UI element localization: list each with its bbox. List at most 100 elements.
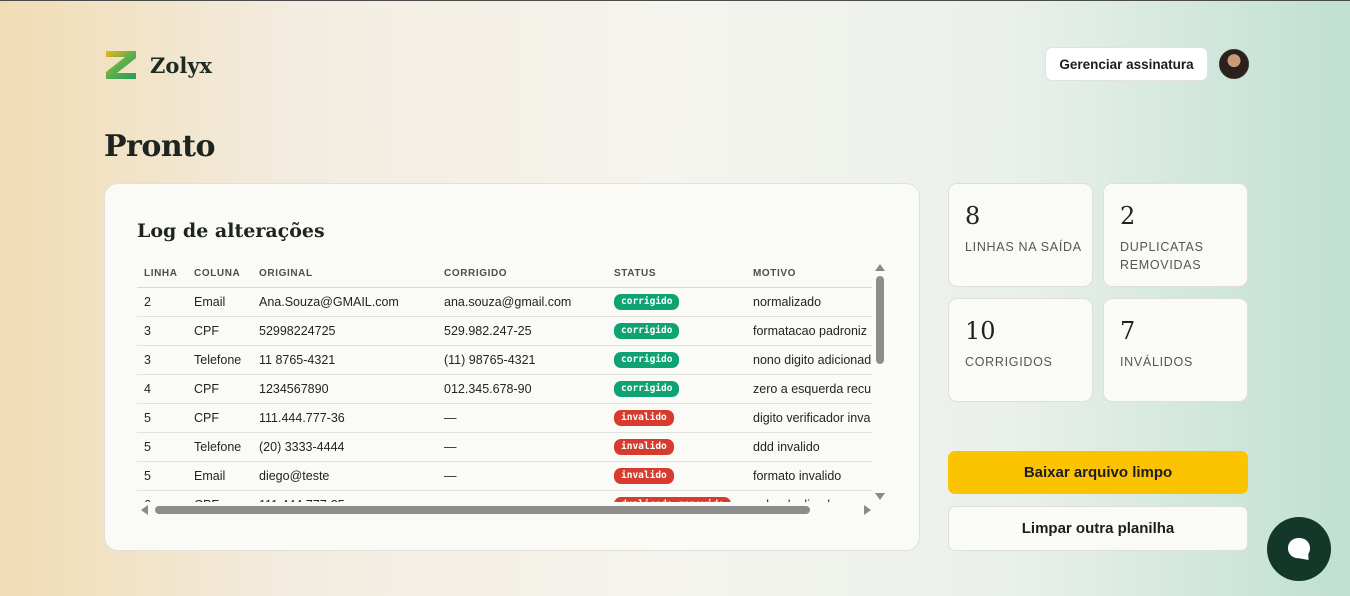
cell-corrigido: 529.982.247-25	[437, 316, 607, 346]
cell-linha: 6	[137, 490, 187, 502]
cell-motivo: nono digito adicionad	[746, 345, 872, 375]
cell-motivo: zero a esquerda recu	[746, 374, 872, 404]
table-row: 3 Telefone 11 8765-4321 (11) 98765-4321 corr…	[137, 345, 872, 375]
cell-linha: 4	[137, 374, 187, 404]
download-clean-file-button[interactable]: Baixar arquivo limpo	[948, 451, 1248, 494]
column-header-coluna: COLUNA	[187, 260, 252, 288]
cell-status: invalido	[607, 461, 746, 491]
cell-coluna: CPF	[187, 374, 252, 404]
cell-status: corrigido	[607, 374, 746, 404]
scroll-down-arrow-icon[interactable]	[875, 493, 885, 500]
cell-status: corrigido	[607, 345, 746, 375]
cell-status: corrigido	[607, 287, 746, 317]
cell-original: (20) 3333-4444	[252, 432, 437, 462]
avatar[interactable]	[1219, 49, 1249, 79]
horizontal-scroll-thumb[interactable]	[155, 506, 810, 514]
cell-status: corrigido	[607, 316, 746, 346]
cell-linha: 5	[137, 461, 187, 491]
cell-coluna: Email	[187, 461, 252, 491]
cell-original: 111.444.777-36	[252, 403, 437, 433]
status-badge: invalido	[614, 410, 674, 426]
cell-linha: 3	[137, 345, 187, 375]
cell-original: diego@teste	[252, 461, 437, 491]
cell-original: 11 8765-4321	[252, 345, 437, 375]
cell-status: invalido	[607, 403, 746, 433]
cell-motivo: ddd invalido	[746, 432, 872, 462]
status-badge: corrigido	[614, 323, 680, 339]
manage-subscription-button[interactable]: Gerenciar assinatura	[1045, 47, 1208, 81]
scroll-left-arrow-icon[interactable]	[141, 505, 148, 515]
status-badge: duplicado_removido	[614, 497, 731, 502]
status-badge: invalido	[614, 468, 674, 484]
column-header-original: ORIGINAL	[252, 260, 437, 288]
cell-coluna: Telefone	[187, 432, 252, 462]
cell-corrigido: —	[437, 461, 607, 491]
cell-linha: 5	[137, 432, 187, 462]
cell-status: duplicado_removido	[607, 490, 746, 502]
cell-corrigido: —	[437, 432, 607, 462]
status-badge: corrigido	[614, 381, 680, 397]
table-row: 5 Telefone (20) 3333-4444— invalido ddd inva…	[137, 432, 872, 462]
cell-status: invalido	[607, 432, 746, 462]
stat-label: CORRIGIDOS	[965, 355, 1053, 369]
change-log-card: Log de alterações LINHA COLUNA ORIGINAL …	[104, 183, 920, 551]
stat-value: 2	[1120, 202, 1136, 230]
stat-card-invalid: 7 INVÁLIDOS	[1103, 298, 1248, 402]
table-row: 4 CPF 1234567890 012.345.678-90 corrigido zer…	[137, 374, 872, 404]
cell-motivo: valor duplicado	[746, 490, 872, 502]
scroll-right-arrow-icon[interactable]	[864, 505, 871, 515]
cell-coluna: CPF	[187, 316, 252, 346]
change-log-table-wrapper[interactable]: LINHA COLUNA ORIGINAL CORRIGIDO STATUS M…	[137, 260, 872, 502]
table-row: 5 Email diego@teste — invalido formato invali…	[137, 461, 872, 491]
column-header-motivo: MOTIVO	[746, 260, 872, 288]
cell-corrigido: ana.souza@gmail.com	[437, 287, 607, 317]
cell-original: 111.444.777-35	[252, 490, 437, 502]
table-row: 6CPF111.444.777-35— duplicado_removido val…	[137, 490, 872, 502]
stat-value: 10	[965, 317, 996, 345]
brand-name: Zolyx	[150, 52, 213, 78]
stat-label: LINHAS NA SAÍDA	[965, 240, 1082, 254]
cell-original: Ana.Souza@GMAIL.com	[252, 287, 437, 317]
cell-motivo: normalizado	[746, 287, 872, 317]
clean-another-sheet-button[interactable]: Limpar outra planilha	[948, 506, 1248, 551]
table-row: 5 CPF 111.444.777-36— invalido digito verifi…	[137, 403, 872, 433]
zolyx-logo-icon	[106, 51, 136, 79]
cell-original: 52998224725	[252, 316, 437, 346]
stat-label: DUPLICATAS REMOVIDAS	[1120, 240, 1204, 272]
stat-card-duplicates-removed: 2 DUPLICATAS REMOVIDAS	[1103, 183, 1248, 287]
table-header-row: LINHA COLUNA ORIGINAL CORRIGIDO STATUS M…	[137, 260, 872, 288]
chat-bubble-icon	[1288, 538, 1310, 560]
cell-linha: 3	[137, 316, 187, 346]
vertical-scrollbar[interactable]	[874, 262, 886, 502]
cell-linha: 5	[137, 403, 187, 433]
cell-corrigido: —	[437, 403, 607, 433]
scroll-up-arrow-icon[interactable]	[875, 264, 885, 271]
column-header-corrigido: CORRIGIDO	[437, 260, 607, 288]
brand-logo[interactable]: Zolyx	[104, 49, 212, 81]
table-row: 3 CPF 52998224725 529.982.247-25 corrigido fo…	[137, 316, 872, 346]
change-log-table: LINHA COLUNA ORIGINAL CORRIGIDO STATUS M…	[137, 260, 872, 502]
cell-coluna: CPF	[187, 403, 252, 433]
cell-motivo: formato invalido	[746, 461, 872, 491]
change-log-title: Log de alterações	[137, 220, 325, 242]
cell-motivo: digito verificador inva	[746, 403, 872, 433]
page-title: Pronto	[104, 129, 216, 164]
column-header-status: STATUS	[607, 260, 746, 288]
cell-original: 1234567890	[252, 374, 437, 404]
change-log-rows: 2 Email Ana.Souza@GMAIL.com ana.souza@gmail…	[137, 287, 872, 502]
vertical-scroll-thumb[interactable]	[876, 276, 884, 364]
cell-linha: 2	[137, 287, 187, 317]
cell-motivo: formatacao padroniz	[746, 316, 872, 346]
cell-coluna: Email	[187, 287, 252, 317]
table-row: 2 Email Ana.Souza@GMAIL.com ana.souza@gmail…	[137, 287, 872, 317]
stat-value: 7	[1120, 317, 1136, 345]
stat-label: INVÁLIDOS	[1120, 355, 1193, 369]
cell-corrigido: (11) 98765-4321	[437, 345, 607, 375]
stat-card-lines-output: 8 LINHAS NA SAÍDA	[948, 183, 1093, 287]
stat-value: 8	[965, 202, 981, 230]
chat-button[interactable]	[1267, 517, 1331, 581]
cell-corrigido: —	[437, 490, 607, 502]
column-header-linha: LINHA	[137, 260, 187, 288]
cell-corrigido: 012.345.678-90	[437, 374, 607, 404]
horizontal-scrollbar[interactable]	[141, 504, 871, 516]
